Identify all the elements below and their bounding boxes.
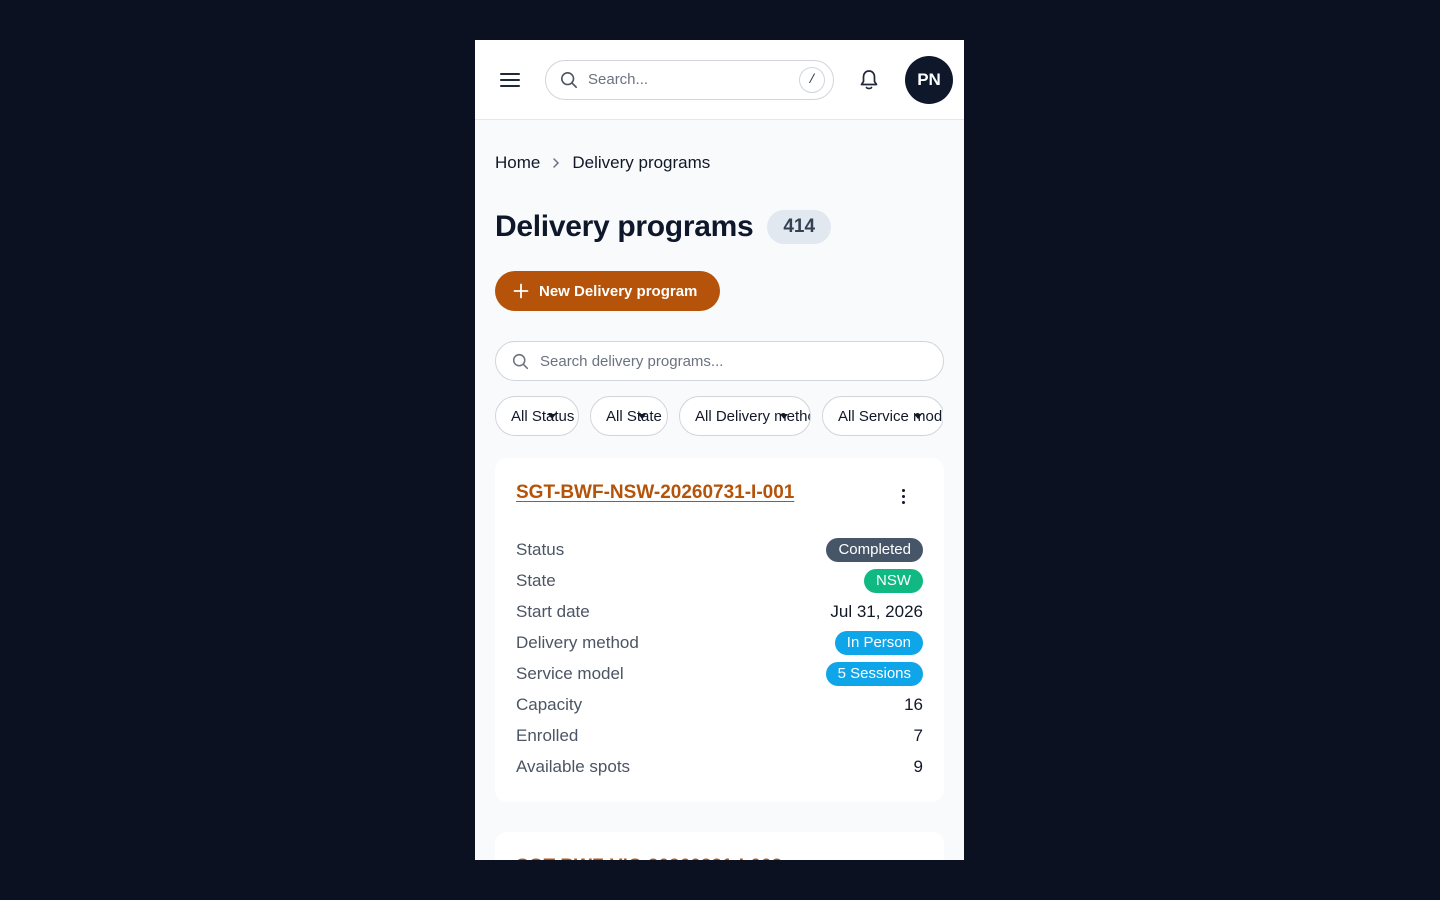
program-search-input[interactable] — [540, 352, 927, 370]
detail-label: Status — [516, 539, 565, 559]
detail-label: Service model — [516, 663, 624, 683]
plus-icon — [513, 283, 529, 299]
detail-row-service-model: Service model 5 Sessions — [516, 658, 923, 689]
program-card: SGT-BWF-VIC-20260821-I-002 — [495, 832, 944, 860]
capacity-value: 16 — [904, 694, 923, 714]
filter-state-label: All State — [606, 407, 662, 425]
search-icon — [560, 71, 578, 88]
detail-row-state: State NSW — [516, 565, 923, 596]
delivery-method-badge: In Person — [834, 630, 923, 655]
filter-service-model-label: All Service model — [838, 407, 943, 425]
new-button-label: New Delivery program — [539, 282, 698, 300]
filter-service-model[interactable]: All Service model — [822, 396, 943, 436]
detail-row-available-spots: Available spots 9 — [516, 751, 923, 782]
detail-label: Available spots — [516, 756, 631, 776]
program-id-link[interactable]: SGT-BWF-VIC-20260821-I-002 — [516, 856, 782, 860]
filter-bar: All Status All State All Delivery method… — [495, 396, 943, 436]
detail-row-start-date: Start date Jul 31, 2026 — [516, 596, 923, 627]
breadcrumb-current: Delivery programs — [572, 153, 711, 172]
notification-bell-icon[interactable] — [858, 68, 880, 92]
filter-delivery-method[interactable]: All Delivery method — [679, 396, 811, 436]
filter-status-label: All Status — [511, 407, 575, 425]
search-shortcut-hint: / — [799, 66, 825, 93]
app-frame: / PN Home Delivery programs Delivery pro… — [475, 40, 964, 860]
user-avatar[interactable]: PN — [905, 55, 953, 104]
start-date-value: Jul 31, 2026 — [830, 601, 923, 621]
caret-down-icon — [780, 414, 788, 419]
caret-down-icon — [914, 414, 922, 419]
new-delivery-program-button[interactable]: New Delivery program — [495, 271, 720, 311]
page-title: Delivery programs — [495, 210, 754, 243]
detail-label: Delivery method — [516, 632, 639, 652]
global-search-input[interactable] — [588, 71, 799, 88]
enrolled-value: 7 — [913, 725, 923, 745]
top-bar: / PN — [475, 40, 964, 120]
caret-down-icon — [638, 414, 646, 419]
detail-row-delivery-method: Delivery method In Person — [516, 627, 923, 658]
service-model-badge: 5 Sessions — [825, 661, 923, 686]
state-badge: NSW — [864, 568, 923, 593]
detail-row-status: Status Completed — [516, 534, 923, 565]
page-header: Delivery programs 414 — [495, 209, 944, 245]
available-spots-value: 9 — [913, 756, 923, 776]
breadcrumb-home-link[interactable]: Home — [495, 153, 540, 173]
search-icon — [512, 353, 529, 369]
caret-down-icon — [548, 414, 556, 419]
program-card: SGT-BWF-NSW-20260731-I-001 Status Comple… — [495, 458, 944, 802]
count-badge: 414 — [767, 210, 832, 244]
menu-icon[interactable] — [499, 71, 521, 89]
global-search[interactable]: / — [545, 59, 834, 100]
filter-state[interactable]: All State — [590, 396, 668, 436]
detail-row-capacity: Capacity 16 — [516, 689, 923, 720]
detail-label: Start date — [516, 601, 590, 621]
filter-status[interactable]: All Status — [495, 396, 579, 436]
main-content: Home Delivery programs Delivery programs… — [475, 152, 964, 860]
program-id-link[interactable]: SGT-BWF-NSW-20260731-I-001 — [516, 482, 794, 504]
program-search[interactable] — [495, 341, 944, 381]
detail-label: Enrolled — [516, 725, 579, 745]
detail-label: Capacity — [516, 694, 583, 714]
filter-delivery-method-label: All Delivery method — [695, 407, 810, 425]
detail-label: State — [516, 570, 556, 590]
status-badge: Completed — [826, 537, 923, 562]
program-details: Status Completed State NSW Start date Ju… — [516, 534, 923, 782]
detail-row-enrolled: Enrolled 7 — [516, 720, 923, 751]
chevron-right-icon — [552, 157, 560, 169]
breadcrumb: Home Delivery programs — [495, 152, 944, 174]
more-options-icon[interactable] — [893, 486, 913, 506]
